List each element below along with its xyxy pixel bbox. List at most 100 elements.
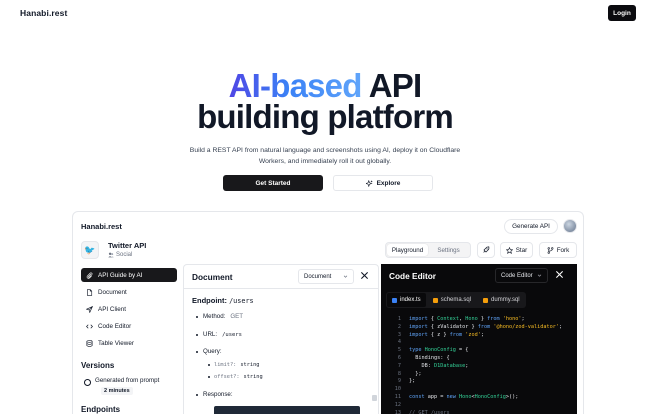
view-tabs: Playground Settings [385, 242, 471, 258]
hero-title-line2: building platform [197, 98, 454, 135]
code-line: 5 type HonoConfig = { [397, 347, 469, 354]
endpoints-title: Endpoints [81, 405, 121, 414]
brand-logo[interactable]: Hanabi.rest [20, 8, 67, 18]
query-row: Query: [196, 348, 222, 355]
document-panel: Document Document Endpoint: /users Metho… [183, 264, 379, 414]
version-time-badge: 2 minutes [101, 387, 133, 395]
star-button[interactable]: Star [500, 242, 533, 258]
url-label: URL: [203, 331, 218, 338]
explore-label: Explore [376, 179, 401, 187]
app-preview-window: Hanabi.rest Generate API 🐦 Twitter API S… [72, 211, 584, 414]
endpoint-label: Endpoint: [192, 296, 230, 305]
sidebar-item-label: API Client [98, 305, 126, 313]
hero-description: Build a REST API from natural language a… [189, 147, 461, 165]
file-tab-label: dummy.sql [491, 297, 520, 303]
project-icon: 🐦 [81, 241, 99, 259]
sidebar-item-api-guide[interactable]: API Guide by AI [81, 268, 177, 282]
sidebar-item-api-client[interactable]: API Client [81, 302, 177, 316]
param-type: string [240, 362, 260, 368]
code-line: 13// GET /users [394, 409, 450, 414]
app-title: Hanabi.rest [81, 222, 122, 231]
login-button[interactable]: Login [608, 5, 636, 21]
query-param: offset?: string [208, 374, 263, 380]
endpoint-path: /users [229, 297, 254, 305]
fork-icon [547, 246, 554, 254]
endpoint-heading: Endpoint: /users [192, 296, 254, 305]
sidebar-item-label: Code Editor [98, 322, 132, 330]
document-view-select[interactable]: Document [298, 269, 354, 284]
sidebar-item-label: Document [98, 288, 127, 296]
param-name: limit?: [214, 362, 237, 368]
code-editor-panel: Code Editor Code Editor index.ts schema.… [381, 264, 577, 414]
fork-label: Fork [556, 246, 570, 254]
code-line: 10 [394, 386, 401, 393]
document-header: Document Document [184, 265, 378, 289]
project-name: Twitter API [108, 241, 147, 250]
paperclip-icon [86, 271, 93, 279]
response-row: Response: [196, 391, 233, 398]
sql-file-icon [432, 297, 438, 303]
code-line: 8 }; [397, 370, 422, 377]
sidebar-item-label: Table Viewer [98, 339, 134, 347]
method-value: GET [230, 313, 244, 320]
document-title: Document [192, 272, 233, 282]
file-tab-label: index.ts [400, 297, 421, 303]
star-icon [505, 246, 513, 254]
typescript-file-icon [392, 297, 397, 303]
tab-playground[interactable]: Playground [387, 244, 428, 256]
users-icon [108, 252, 114, 258]
sidebar-item-code-editor[interactable]: Code Editor [81, 319, 177, 333]
sparkles-icon [365, 179, 373, 187]
query-label: Query: [203, 348, 222, 355]
file-tab-schema-sql[interactable]: schema.sql [428, 293, 476, 307]
method-label: Method: [203, 313, 226, 320]
chevron-down-icon [537, 274, 542, 277]
document-select-label: Document [304, 273, 332, 280]
top-nav: Hanabi.rest Login [0, 0, 650, 26]
star-label: Star [515, 246, 528, 254]
version-label: Generated from prompt [95, 377, 160, 384]
code-line: 2 import { zValidator } from '@hono/zod-v… [397, 323, 563, 330]
method-row: Method: GET [196, 313, 243, 320]
sidebar-item-table-viewer[interactable]: Table Viewer [81, 336, 177, 350]
code-line: 11 const app = new Hono<HonoConfig>(); [394, 394, 519, 400]
chevron-down-icon [343, 275, 348, 278]
file-tab-label: schema.sql [440, 297, 472, 303]
sql-file-icon [483, 297, 489, 303]
avatar[interactable] [563, 219, 577, 233]
version-status-icon [84, 379, 91, 386]
explore-button[interactable]: Explore [333, 175, 433, 191]
deploy-button[interactable] [477, 242, 495, 258]
query-param: limit?: string [208, 362, 259, 368]
param-name: offset?: [214, 374, 240, 380]
url-value: /users [222, 331, 242, 338]
param-type: string [243, 374, 263, 380]
send-icon [86, 305, 93, 313]
generate-api-button[interactable]: Generate API [504, 219, 558, 234]
url-row: URL: /users [196, 331, 242, 338]
code-line: 1 import { Context, Hono } from 'hono'; [397, 316, 525, 322]
file-tab-dummy-sql[interactable]: dummy.sql [478, 293, 525, 307]
versions-title: Versions [81, 361, 115, 370]
version-item[interactable]: Generated from prompt 2 minutes [81, 375, 181, 397]
code-line: 3 import { z } from 'zod'; [397, 331, 484, 338]
code-icon [86, 324, 93, 328]
sidebar-item-document[interactable]: Document [81, 285, 177, 299]
response-label: Response: [203, 391, 233, 398]
fork-button[interactable]: Fork [539, 242, 577, 258]
editor-select-label: Code Editor [501, 272, 533, 279]
response-code-block [214, 406, 360, 414]
get-started-button[interactable]: Get Started [223, 175, 323, 191]
file-tab-index-ts[interactable]: index.ts [387, 293, 426, 307]
close-icon[interactable] [360, 271, 369, 280]
editor-title: Code Editor [389, 271, 437, 281]
code-line: 4 [397, 339, 401, 346]
panel-resize-handle[interactable] [372, 395, 377, 401]
file-tabs: index.ts schema.sql dummy.sql [386, 292, 526, 308]
close-icon[interactable] [555, 270, 564, 279]
sidebar-item-label: API Guide by AI [98, 271, 143, 279]
editor-view-select[interactable]: Code Editor [495, 268, 548, 283]
code-line: 9}; [397, 378, 416, 385]
code-line: 6 Bindings: { [397, 355, 450, 361]
tab-settings[interactable]: Settings [428, 244, 469, 256]
